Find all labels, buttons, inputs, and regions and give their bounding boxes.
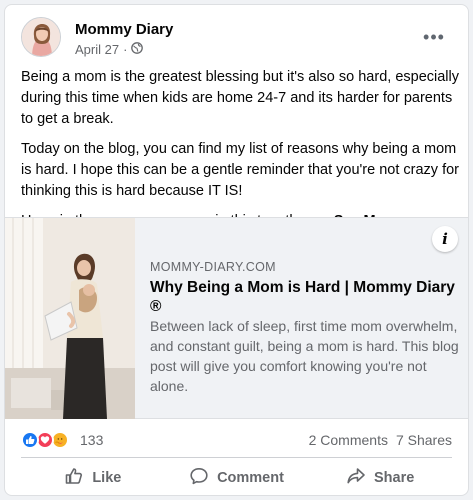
like-icon <box>64 466 84 490</box>
like-label: Like <box>92 470 122 486</box>
page-avatar[interactable] <box>21 17 61 57</box>
post-stats: 133 2 Comments 7 Shares <box>21 429 452 451</box>
link-preview[interactable]: i MOMMY-DIARY.COM Why Being a Mom is Har… <box>5 217 468 419</box>
link-description: Between lack of sleep, first time mom ov… <box>150 318 459 394</box>
info-icon[interactable]: i <box>432 226 458 252</box>
link-domain: MOMMY-DIARY.COM <box>150 260 276 274</box>
post-paragraph: Being a mom is the greatest blessing but… <box>21 69 459 127</box>
post-actions: Like Comment Share <box>21 461 452 495</box>
post-card: Mommy Diary April 27 · ••• Being a mom i… <box>4 4 469 496</box>
separator-dot: · <box>123 42 128 57</box>
link-preview-image[interactable] <box>5 218 135 419</box>
post-text: Being a mom is the greatest blessing but… <box>21 67 461 241</box>
share-icon <box>346 466 366 490</box>
post-meta: April 27 · <box>75 42 144 57</box>
comment-icon <box>189 466 209 490</box>
like-button[interactable]: Like <box>21 461 165 495</box>
more-options-icon[interactable]: ••• <box>420 23 448 51</box>
globe-icon[interactable] <box>131 42 144 57</box>
comments-count[interactable]: 2 Comments <box>309 431 388 449</box>
comment-button[interactable]: Comment <box>165 461 309 495</box>
comment-label: Comment <box>217 470 284 486</box>
page-name[interactable]: Mommy Diary <box>75 21 173 38</box>
reaction-count[interactable]: 133 <box>80 431 103 449</box>
reaction-summary[interactable]: 133 <box>21 431 103 449</box>
link-title[interactable]: Why Being a Mom is Hard | Mommy Diary ® <box>150 278 460 316</box>
post-paragraph: Today on the blog, you can find my list … <box>21 141 460 199</box>
engagement-counts: 2 Comments 7 Shares <box>309 431 452 449</box>
like-reaction-icon <box>21 431 39 449</box>
post-header: Mommy Diary April 27 · ••• <box>17 17 456 61</box>
post-date[interactable]: April 27 <box>75 42 119 57</box>
divider <box>21 457 452 458</box>
share-button[interactable]: Share <box>308 461 452 495</box>
shares-count[interactable]: 7 Shares <box>396 431 452 449</box>
share-label: Share <box>374 470 415 486</box>
